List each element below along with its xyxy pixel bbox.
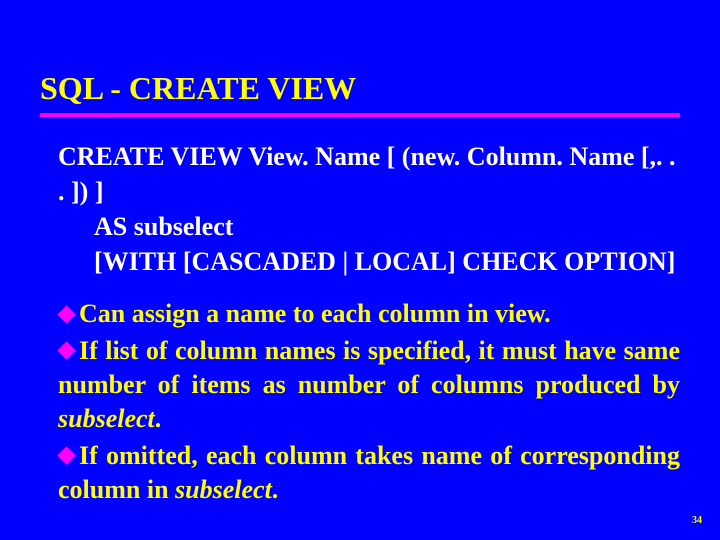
page-number: 34 [692,515,702,526]
bullet-3-text-pre: If omitted, each column takes name of co… [58,441,680,504]
bullet-2: If list of column names is specified, it… [58,334,680,437]
bullet-1-text: Can assign a name to each column in view… [79,299,551,328]
diamond-icon [57,342,75,360]
syntax-line-2: AS subselect [94,209,680,244]
bullet-3-text-ital: subselect [175,475,272,504]
diamond-icon [57,305,75,323]
syntax-line-1: CREATE VIEW View. Name [ (new. Column. N… [58,139,680,209]
bullet-2-text-ital: subselect [58,404,155,433]
bullet-3-text-post: . [272,475,279,504]
diamond-icon [57,446,75,464]
syntax-block: CREATE VIEW View. Name [ (new. Column. N… [58,139,680,279]
bullet-3: If omitted, each column takes name of co… [58,439,680,508]
slide-title: SQL - CREATE VIEW [40,70,680,107]
slide: SQL - CREATE VIEW CREATE VIEW View. Name… [0,0,720,540]
title-container: SQL - CREATE VIEW [40,70,680,117]
bullet-list: Can assign a name to each column in view… [58,297,680,507]
bullet-2-text-pre: If list of column names is specified, it… [58,336,680,399]
bullet-1: Can assign a name to each column in view… [58,297,680,331]
syntax-line-3: [WITH [CASCADED | LOCAL] CHECK OPTION] [94,244,680,279]
bullet-2-text-post: . [155,404,162,433]
